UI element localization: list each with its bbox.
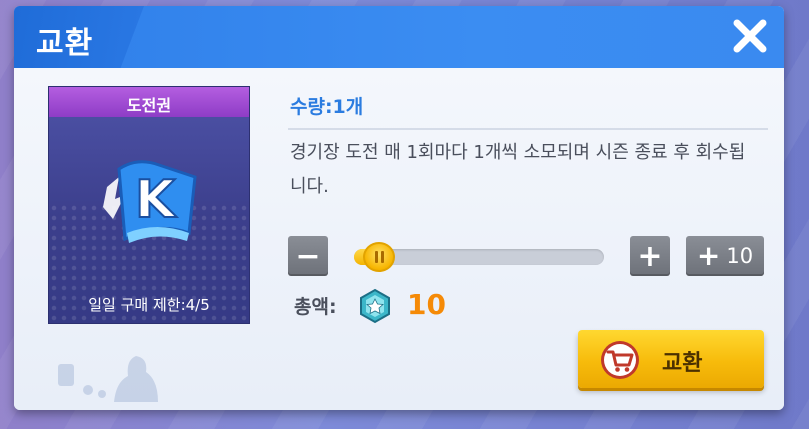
plus-icon: + — [696, 239, 721, 272]
item-name-bar: 도전권 — [49, 87, 249, 117]
increment-amount: 10 — [726, 244, 754, 268]
title-bar: 교환 — [14, 6, 784, 68]
character-silhouette-icon — [58, 356, 158, 402]
exchange-dialog: 교환 도전권 K 일일 구매 제한:4/5 수량:1개 경기장 도전 매 1회마… — [14, 6, 784, 410]
item-card: 도전권 K 일일 구매 제한:4/5 — [48, 86, 250, 324]
exchange-button[interactable]: 교환 — [578, 330, 764, 388]
total-label: 총액: — [294, 296, 337, 318]
item-name: 도전권 — [126, 96, 172, 115]
k-ticket-icon: K — [103, 160, 197, 243]
svg-text:K: K — [135, 170, 177, 230]
item-description: 경기장 도전 매 1회마다 1개씩 소모되며 시즌 종료 후 회수됩니다. — [290, 142, 746, 197]
cart-icon — [601, 341, 639, 379]
minus-icon: − — [295, 238, 321, 274]
close-icon — [733, 19, 767, 53]
total-price: 10 — [407, 288, 446, 321]
grip-icon — [374, 251, 384, 263]
exchange-button-label: 교환 — [662, 351, 703, 376]
decrease-button[interactable]: − — [288, 236, 328, 276]
divider — [288, 128, 768, 130]
gem-icon — [360, 288, 390, 324]
increase-button[interactable]: + — [630, 236, 670, 276]
slider-handle[interactable] — [363, 242, 395, 272]
close-button[interactable] — [730, 16, 770, 56]
daily-purchase-limit: 일일 구매 제한:4/5 — [88, 296, 210, 314]
increase-by-10-button[interactable]: + 10 — [686, 236, 764, 276]
quantity-label: 수량:1개 — [290, 96, 364, 118]
plus-icon: + — [637, 238, 663, 274]
quantity-slider[interactable] — [354, 242, 604, 272]
dialog-title: 교환 — [36, 26, 94, 61]
